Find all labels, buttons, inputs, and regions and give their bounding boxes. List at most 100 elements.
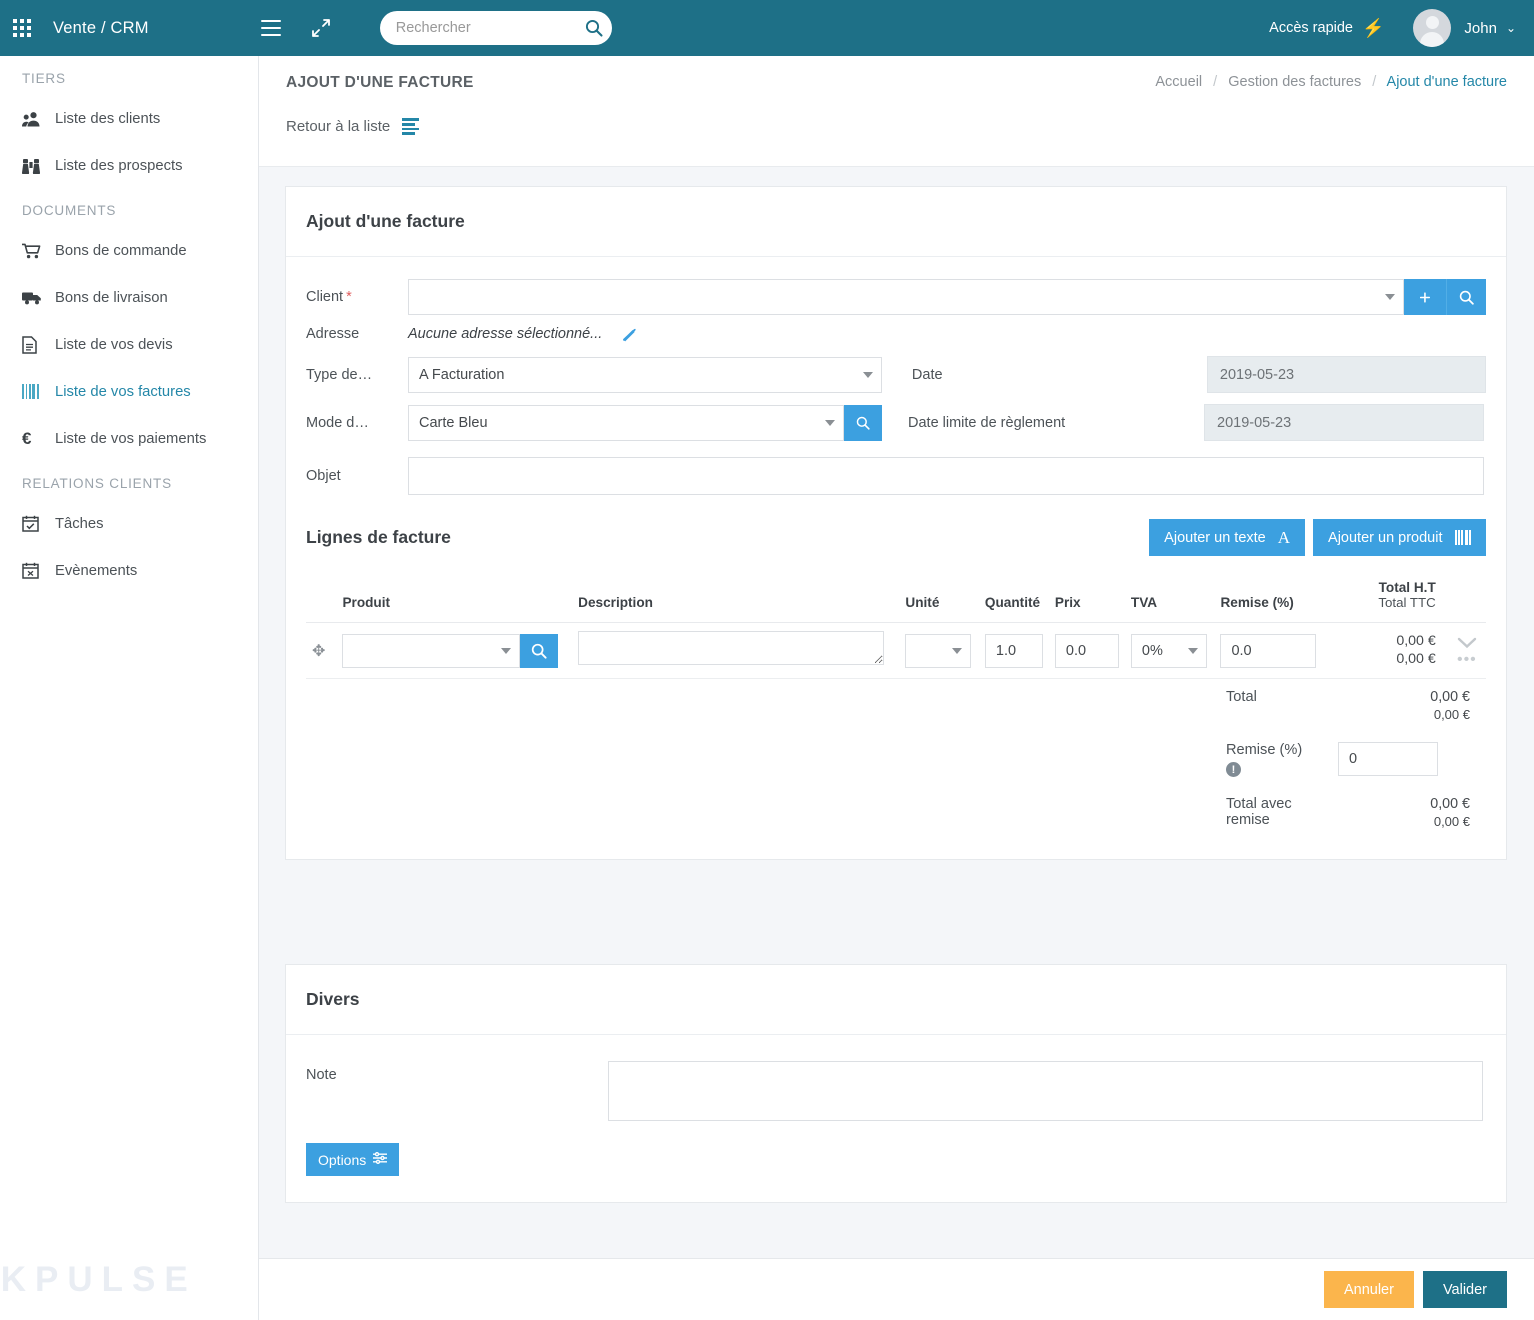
th-description: Description [572,572,900,623]
type-select-wrap[interactable] [408,356,882,393]
type-select[interactable] [408,356,882,393]
menu-toggle-icon[interactable] [260,20,281,36]
fullscreen-expand-icon[interactable] [311,19,330,37]
breadcrumb-accueil[interactable]: Accueil [1155,74,1202,90]
edit-pencil-icon[interactable] [622,327,637,342]
add-product-button[interactable]: Ajouter un produit [1313,519,1486,556]
sidebar-item-label: Liste des prospects [55,157,183,174]
info-icon[interactable]: ! [1226,762,1241,778]
euro-icon: € [22,428,32,448]
page-header: AJOUT D'UNE FACTURE Accueil / Gestion de… [259,56,1534,167]
sidebar-item-liste-des-clients[interactable]: Liste des clients [0,95,258,142]
row-total-ht: 0,00 € [1396,633,1436,650]
tva-select-wrap[interactable] [1130,633,1207,668]
sidebar-item-evenements[interactable]: Evènements [0,547,258,594]
add-text-button[interactable]: Ajouter un texte A [1149,519,1306,556]
discount-input[interactable] [1220,633,1317,668]
mode-datelimite-row: Mode d… Date limite de règlement 2019-05… [306,404,1486,441]
barcode-icon [1454,530,1471,545]
mode-select[interactable] [408,404,844,441]
client-select-wrap[interactable] [408,279,1404,315]
remise-label: Remise (%) [1226,742,1303,759]
search-mode-button[interactable] [844,404,882,441]
users-icon [22,111,48,127]
row-actions: ••• [1448,637,1480,667]
invoice-form-card: Ajout d'une facture Client * Adresse Auc… [285,186,1507,861]
sidebar-item-taches[interactable]: Tâches [0,500,258,547]
search-product-button[interactable] [520,633,559,668]
quantity-input[interactable] [984,633,1043,668]
total-remise-label: Total avec remise [1226,796,1292,829]
text-a-icon: A [1277,527,1291,547]
sliders-icon [373,1151,388,1168]
drag-handle-icon[interactable]: ✥ [312,643,325,660]
sidebar-item-liste-de-vos-devis[interactable]: Liste de vos devis [0,321,258,368]
breadcrumb-separator: / [1213,74,1218,90]
chevron-down-icon[interactable]: ⌄ [1506,21,1516,35]
avatar[interactable] [1413,9,1452,47]
invoice-lines-title: Lignes de facture [306,527,451,547]
watermark-logo: .KPULSE [0,1260,197,1299]
th-actions [1441,572,1486,623]
client-select[interactable] [408,279,1404,315]
sidebar-item-label: Liste de vos paiements [55,430,207,447]
th-drag [306,572,337,623]
note-textarea[interactable] [608,1061,1483,1121]
sidebar-item-label: Evènements [55,562,138,579]
global-search-box[interactable] [379,11,612,45]
adresse-label: Adresse [306,326,360,342]
mode-select-wrap[interactable] [408,404,844,441]
tva-select[interactable] [1130,633,1207,668]
sidebar-item-label: Liste de vos factures [55,383,191,400]
th-total-ht: Total H.T [1378,580,1436,595]
adresse-row: Adresse Aucune adresse sélectionné... [306,326,1486,342]
search-client-button[interactable] [1445,279,1486,315]
product-select[interactable] [342,633,521,668]
topbar-right-cluster: Accès rapide ⚡ John ⌄ [1269,9,1534,47]
sidebar-item-liste-de-vos-paiements[interactable]: € Liste de vos paiements [0,415,258,462]
sidebar-group-documents: DOCUMENTS [22,203,117,218]
sidebar-item-liste-des-prospects[interactable]: Liste des prospects [0,142,258,189]
price-input[interactable] [1054,633,1119,668]
app-grid-icon[interactable] [13,19,31,37]
search-input[interactable] [393,19,585,37]
options-button[interactable]: Options [306,1143,400,1176]
quick-access-button[interactable]: Accès rapide ⚡ [1269,18,1384,39]
sidebar-item-bons-de-commande[interactable]: Bons de commande [0,227,258,274]
total-ht-value: 0,00 € [1430,689,1470,705]
add-text-label: Ajouter un texte [1164,529,1266,546]
chevron-down-icon[interactable] [1457,637,1477,649]
add-client-button[interactable] [1404,279,1446,315]
validate-button[interactable]: Valider [1422,1271,1507,1308]
back-to-list-button[interactable]: Retour à la liste [286,118,420,135]
list-icon [402,118,420,135]
cancel-button[interactable]: Annuler [1323,1271,1414,1308]
unit-select-wrap[interactable] [905,633,972,668]
breadcrumb-current[interactable]: Ajout d'une facture [1387,74,1507,90]
invoice-lines-table: Produit Description Unité Quantité Prix … [306,572,1486,679]
required-marker: * [346,289,352,305]
row-total-ttc: 0,00 € [1396,650,1436,667]
th-remise: Remise (%) [1214,572,1355,623]
binoculars-icon [22,158,48,174]
breadcrumb-gestion-des-factures[interactable]: Gestion des factures [1228,74,1361,90]
table-row: ✥ 1.0 0.0 0% 0.0 0,00 € 0,00 € ••• [306,622,1486,679]
sidebar-item-bons-de-livraison[interactable]: Bons de livraison [0,274,258,321]
objet-row: Objet [306,457,1486,495]
date-limite-label: Date limite de règlement [908,414,1066,431]
sidebar-item-liste-de-vos-factures[interactable]: Liste de vos factures [0,368,258,415]
breadcrumb: Accueil / Gestion des factures / Ajout d… [1155,74,1507,90]
global-discount-input[interactable] [1338,742,1438,777]
more-options-icon[interactable]: ••• [1457,652,1477,667]
table-header-row: Produit Description Unité Quantité Prix … [306,572,1486,623]
date-value: 2019-05-23 [1206,356,1486,393]
description-textarea[interactable] [578,631,885,665]
td-drag: ✥ [306,622,337,679]
search-submit-icon[interactable] [585,19,603,37]
product-select-wrap[interactable] [342,633,521,668]
type-date-row: Type de… Date 2019-05-23 [306,356,1486,393]
divers-card: Divers Note Options [285,964,1507,1203]
objet-input[interactable] [408,457,1484,495]
unit-select[interactable] [905,633,972,668]
invoice-lines-tbody: ✥ 1.0 0.0 0% 0.0 0,00 € 0,00 € ••• [306,622,1486,679]
